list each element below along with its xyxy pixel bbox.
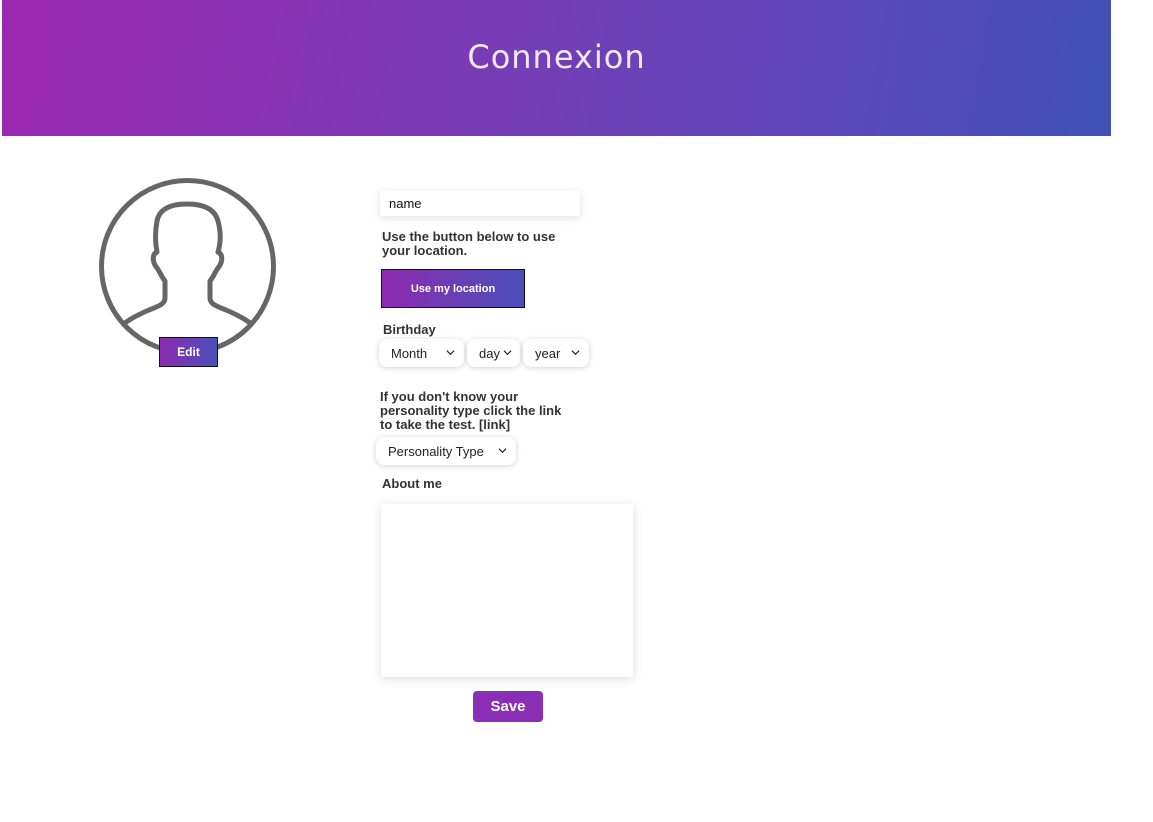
edit-avatar-button[interactable]: Edit (159, 337, 218, 367)
about-me-textarea[interactable] (381, 504, 633, 677)
chevron-down-icon (446, 350, 455, 356)
chevron-down-icon (498, 448, 507, 454)
name-input[interactable] (380, 190, 580, 216)
birthday-label: Birthday (383, 322, 436, 337)
location-hint-text: Use the button below to use your locatio… (382, 229, 556, 258)
user-silhouette-icon (99, 178, 276, 355)
about-me-label: About me (382, 476, 442, 491)
save-button[interactable]: Save (473, 691, 543, 722)
year-select-value: year (535, 345, 561, 361)
use-location-button[interactable]: Use my location (381, 269, 525, 308)
app-header: Connexion (2, 0, 1111, 136)
year-select[interactable]: year (523, 339, 589, 367)
personality-hint-text: If you don't know your personality type … (380, 389, 562, 432)
month-select-value: Month (391, 345, 428, 361)
month-select[interactable]: Month (379, 339, 464, 367)
chevron-down-icon (503, 350, 512, 356)
personality-type-select[interactable]: Personality Type (376, 437, 516, 465)
chevron-down-icon (571, 350, 580, 356)
app-title: Connexion (467, 38, 646, 76)
personality-select-value: Personality Type (388, 443, 484, 459)
avatar (97, 176, 278, 357)
day-select-value: day (479, 345, 500, 361)
day-select[interactable]: day (467, 339, 520, 367)
